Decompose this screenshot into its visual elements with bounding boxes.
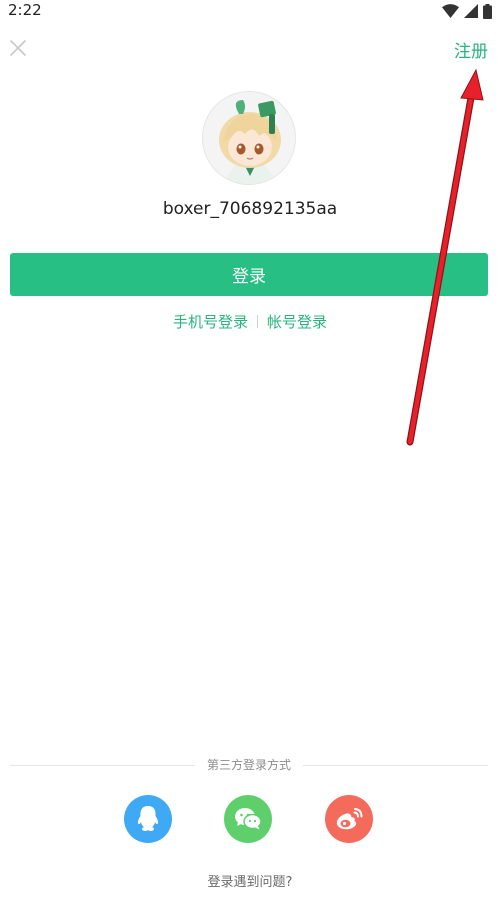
qq-icon bbox=[137, 806, 159, 831]
qq-login-button[interactable] bbox=[124, 795, 172, 843]
divider-line-right bbox=[303, 765, 488, 766]
status-time: 2:22 bbox=[8, 1, 42, 19]
weibo-icon bbox=[336, 808, 363, 830]
alternative-logins: 手机号登录 帐号登录 bbox=[0, 311, 500, 332]
close-icon bbox=[10, 40, 26, 56]
login-button[interactable]: 登录 bbox=[10, 253, 488, 296]
account-login-link[interactable]: 帐号登录 bbox=[267, 311, 327, 332]
avatar[interactable] bbox=[202, 91, 296, 185]
login-divider bbox=[257, 315, 258, 328]
login-screen: 2:22 注册 boxer_706892135aa 登录 手机号登录 帐号登录 … bbox=[0, 0, 500, 901]
third-party-header: 第三方登录方式 bbox=[10, 756, 488, 776]
avatar-illustration bbox=[203, 92, 295, 184]
wifi-icon bbox=[442, 4, 459, 18]
close-button[interactable] bbox=[6, 36, 30, 60]
weibo-login-button[interactable] bbox=[325, 795, 373, 843]
username: boxer_706892135aa bbox=[162, 199, 338, 219]
battery-icon bbox=[483, 3, 492, 19]
wechat-icon bbox=[235, 808, 262, 830]
register-link[interactable]: 注册 bbox=[454, 37, 488, 62]
wechat-login-button[interactable] bbox=[224, 795, 272, 843]
status-icons bbox=[442, 3, 492, 19]
login-help-link[interactable]: 登录遇到问题? bbox=[0, 871, 500, 890]
status-bar: 2:22 bbox=[0, 0, 500, 24]
phone-login-link[interactable]: 手机号登录 bbox=[173, 311, 248, 332]
signal-icon bbox=[464, 4, 478, 18]
